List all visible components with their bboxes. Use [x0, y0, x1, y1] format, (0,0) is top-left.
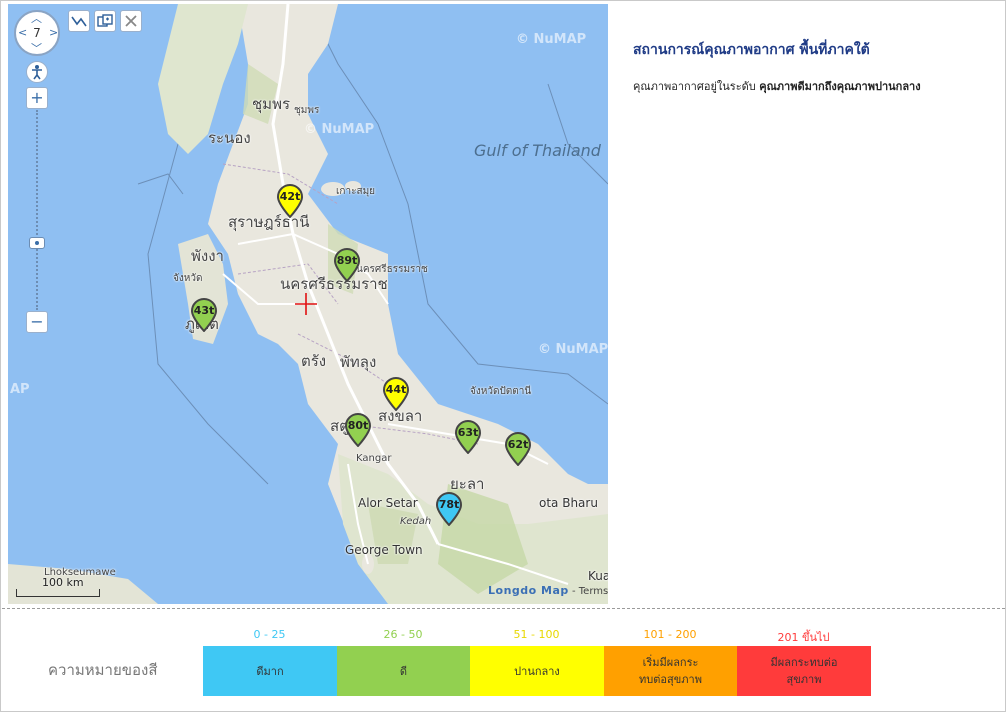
legend-level-label: มีผลกระทบต่อสุขภาพ — [770, 656, 838, 686]
map-label-george-town: George Town — [345, 543, 423, 557]
map-label-ko: เกาะสมุย — [336, 186, 376, 197]
aqi-marker[interactable]: 44t — [382, 377, 410, 412]
air-quality-map[interactable]: ชุมพร ชุมพร ระนอง เกาะสมุย สุราษฎร์ธานี … — [8, 4, 608, 604]
pan-up-icon[interactable]: ︿ — [31, 13, 42, 24]
scale-label: 100 km — [42, 576, 84, 589]
aqi-marker[interactable]: 89t — [333, 248, 361, 283]
legend-color-box: ดีมาก — [203, 646, 337, 696]
map-label-kangar: Kangar — [356, 453, 392, 464]
description-prefix: คุณภาพอากาศอยู่ในระดับ — [633, 80, 760, 93]
clear-button[interactable] — [120, 10, 142, 32]
aqi-marker-label: 80t — [347, 419, 369, 432]
map-watermark-3: © NuMAP — [538, 342, 608, 357]
street-view-button[interactable] — [26, 61, 48, 83]
aqi-marker-label: 43t — [193, 304, 215, 317]
map-label-ranong: ระนอง — [208, 129, 251, 147]
legend-title: ความหมายของสี — [48, 661, 158, 679]
map-label-kedah: Kedah — [400, 516, 432, 527]
legend-range-label: 26 - 50 — [383, 628, 423, 641]
minus-icon: − — [30, 312, 44, 331]
aqi-marker[interactable]: 42t — [276, 184, 304, 219]
zoom-in-button[interactable]: + — [26, 87, 48, 109]
scale-bar-line — [16, 589, 100, 597]
map-scale-bar: 100 km — [16, 576, 106, 598]
map-label-trang: ตรัง — [301, 352, 327, 370]
layers-button[interactable] — [94, 10, 116, 32]
legend-color-box: ดี — [336, 646, 471, 696]
aqi-marker[interactable]: 80t — [344, 413, 372, 448]
description-level: คุณภาพดีมากถึงคุณภาพปานกลาง — [759, 80, 921, 93]
aqi-marker-label: 44t — [385, 383, 407, 396]
zoom-level-readout: 7 — [33, 26, 41, 40]
map-label-chumphon-small: ชุมพร — [294, 105, 320, 116]
zoom-slider-track[interactable] — [36, 110, 38, 310]
terms-link[interactable]: - Terms — [572, 586, 608, 597]
map-label-pattani: จังหวัดปัตตานี — [470, 386, 532, 397]
map-center-crosshair — [295, 293, 317, 315]
aqi-marker-label: 42t — [279, 190, 301, 203]
map-watermark-2: © NuMAP — [304, 122, 375, 137]
zoom-slider-handle[interactable] — [29, 237, 45, 249]
map-label-nakhon-small: นครศรีธรรมราช — [356, 264, 428, 275]
legend-range-label: 201 ขึ้นไป — [777, 631, 830, 644]
pan-down-icon[interactable]: ﹀ — [31, 43, 42, 54]
map-attribution: Longdo Map - Terms — [488, 584, 608, 597]
close-icon — [125, 15, 137, 27]
page-frame: ชุมพร ชุมพร ระนอง เกาะสมุย สุราษฎร์ธานี … — [0, 0, 1006, 712]
longdo-map-logo[interactable]: Longdo Map — [488, 584, 569, 597]
legend-level-label: เริ่มมีผลกระทบต่อสุขภาพ — [639, 656, 702, 686]
legend-color-box: มีผลกระทบต่อสุขภาพ — [737, 646, 871, 696]
legend-range-label: 101 - 200 — [643, 628, 697, 641]
legend-level-label: ปานกลาง — [514, 664, 560, 678]
legend-color-box: ปานกลาง — [470, 646, 604, 696]
map-label-chumphon: ชุมพร — [252, 95, 291, 113]
situation-description: คุณภาพอากาศอยู่ในระดับ คุณภาพดีมากถึงคุณ… — [633, 77, 921, 95]
map-label-gulf: Gulf of Thailand — [474, 141, 601, 160]
line-tool-icon — [71, 16, 87, 27]
plus-icon: + — [30, 88, 44, 107]
measure-line-button[interactable] — [68, 10, 90, 32]
legend-range-label: 0 - 25 — [253, 628, 286, 641]
map-label-kota-bharu: ota Bharu — [539, 496, 598, 510]
section-divider — [2, 608, 1005, 609]
layers-icon — [97, 14, 113, 27]
map-label-phatthalung: พัทลุง — [340, 353, 377, 371]
situation-title: สถานการณ์คุณภาพอากาศ พื้นที่ภาคใต้ — [633, 42, 870, 58]
zoom-out-button[interactable]: − — [26, 311, 48, 333]
map-label-alor-setar: Alor Setar — [358, 496, 418, 510]
person-icon — [32, 65, 42, 80]
aqi-marker-label: 78t — [438, 498, 460, 511]
aqi-marker-label: 62t — [507, 438, 529, 451]
legend-level-label: ดีมาก — [256, 664, 284, 678]
map-watermark-1: © NuMAP — [516, 32, 587, 47]
map-watermark-4: AP — [10, 382, 30, 397]
legend-range-label: 51 - 100 — [513, 628, 560, 641]
map-label-krabi: จังหวัด — [173, 273, 203, 284]
legend-level-label: ดี — [399, 664, 408, 678]
aqi-marker[interactable]: 43t — [190, 298, 218, 333]
aqi-marker-label: 89t — [336, 254, 358, 267]
pan-navigation-control[interactable]: ︿ ﹀ < > 7 — [14, 10, 60, 56]
aqi-marker[interactable]: 63t — [454, 420, 482, 455]
legend-color-box: เริ่มมีผลกระทบต่อสุขภาพ — [603, 646, 738, 696]
map-label-phangnga: พังงา — [191, 247, 224, 265]
aqi-marker[interactable]: 62t — [504, 432, 532, 467]
aqi-marker-label: 63t — [457, 426, 479, 439]
map-label-kua: Kua — [588, 569, 608, 583]
aqi-marker[interactable]: 78t — [435, 492, 463, 527]
